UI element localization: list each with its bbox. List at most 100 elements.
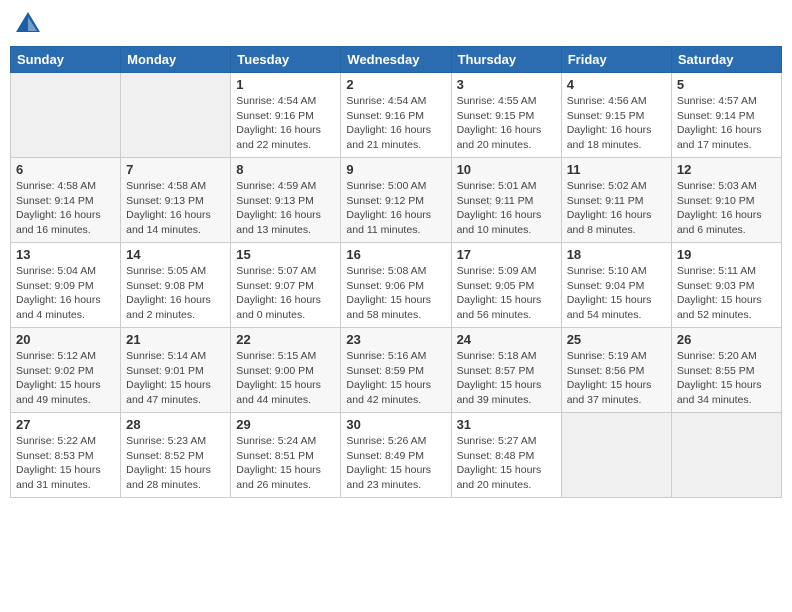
daylight-text: Daylight: 16 hours and 22 minutes.: [236, 124, 321, 151]
day-number: 18: [567, 247, 666, 262]
sunset-text: Sunset: 8:48 PM: [457, 450, 535, 462]
day-number: 15: [236, 247, 335, 262]
day-info: Sunrise: 4:54 AM Sunset: 9:16 PM Dayligh…: [236, 94, 335, 153]
sunset-text: Sunset: 9:15 PM: [567, 110, 645, 122]
day-number: 10: [457, 162, 556, 177]
daylight-text: Daylight: 16 hours and 11 minutes.: [346, 209, 431, 236]
day-info: Sunrise: 5:01 AM Sunset: 9:11 PM Dayligh…: [457, 179, 556, 238]
day-number: 3: [457, 77, 556, 92]
calendar-cell: [121, 73, 231, 158]
daylight-text: Daylight: 15 hours and 52 minutes.: [677, 294, 762, 321]
sunrise-text: Sunrise: 5:14 AM: [126, 350, 206, 362]
daylight-text: Daylight: 16 hours and 16 minutes.: [16, 209, 101, 236]
sunrise-text: Sunrise: 4:54 AM: [346, 95, 426, 107]
day-number: 20: [16, 332, 115, 347]
day-number: 22: [236, 332, 335, 347]
day-info: Sunrise: 4:57 AM Sunset: 9:14 PM Dayligh…: [677, 94, 776, 153]
day-number: 19: [677, 247, 776, 262]
daylight-text: Daylight: 15 hours and 42 minutes.: [346, 379, 431, 406]
calendar-cell: 16 Sunrise: 5:08 AM Sunset: 9:06 PM Dayl…: [341, 243, 451, 328]
day-info: Sunrise: 4:55 AM Sunset: 9:15 PM Dayligh…: [457, 94, 556, 153]
sunrise-text: Sunrise: 4:57 AM: [677, 95, 757, 107]
day-number: 21: [126, 332, 225, 347]
sunrise-text: Sunrise: 5:07 AM: [236, 265, 316, 277]
daylight-text: Daylight: 16 hours and 2 minutes.: [126, 294, 211, 321]
day-info: Sunrise: 5:18 AM Sunset: 8:57 PM Dayligh…: [457, 349, 556, 408]
sunrise-text: Sunrise: 5:20 AM: [677, 350, 757, 362]
calendar-cell: 11 Sunrise: 5:02 AM Sunset: 9:11 PM Dayl…: [561, 158, 671, 243]
daylight-text: Daylight: 15 hours and 20 minutes.: [457, 464, 542, 491]
calendar-cell: 23 Sunrise: 5:16 AM Sunset: 8:59 PM Dayl…: [341, 328, 451, 413]
calendar-cell: 6 Sunrise: 4:58 AM Sunset: 9:14 PM Dayli…: [11, 158, 121, 243]
sunset-text: Sunset: 9:14 PM: [677, 110, 755, 122]
day-header-wednesday: Wednesday: [341, 47, 451, 73]
day-info: Sunrise: 5:26 AM Sunset: 8:49 PM Dayligh…: [346, 434, 445, 493]
day-info: Sunrise: 5:20 AM Sunset: 8:55 PM Dayligh…: [677, 349, 776, 408]
sunrise-text: Sunrise: 4:56 AM: [567, 95, 647, 107]
sunrise-text: Sunrise: 4:55 AM: [457, 95, 537, 107]
sunrise-text: Sunrise: 5:05 AM: [126, 265, 206, 277]
daylight-text: Daylight: 15 hours and 34 minutes.: [677, 379, 762, 406]
sunset-text: Sunset: 9:00 PM: [236, 365, 314, 377]
daylight-text: Daylight: 16 hours and 4 minutes.: [16, 294, 101, 321]
sunset-text: Sunset: 9:10 PM: [677, 195, 755, 207]
calendar-cell: [561, 413, 671, 498]
day-header-monday: Monday: [121, 47, 231, 73]
sunrise-text: Sunrise: 4:58 AM: [16, 180, 96, 192]
day-info: Sunrise: 5:09 AM Sunset: 9:05 PM Dayligh…: [457, 264, 556, 323]
calendar-cell: 14 Sunrise: 5:05 AM Sunset: 9:08 PM Dayl…: [121, 243, 231, 328]
calendar-cell: 12 Sunrise: 5:03 AM Sunset: 9:10 PM Dayl…: [671, 158, 781, 243]
sunset-text: Sunset: 9:01 PM: [126, 365, 204, 377]
daylight-text: Daylight: 15 hours and 31 minutes.: [16, 464, 101, 491]
calendar-cell: 10 Sunrise: 5:01 AM Sunset: 9:11 PM Dayl…: [451, 158, 561, 243]
sunrise-text: Sunrise: 4:54 AM: [236, 95, 316, 107]
day-number: 13: [16, 247, 115, 262]
sunset-text: Sunset: 8:49 PM: [346, 450, 424, 462]
sunset-text: Sunset: 9:05 PM: [457, 280, 535, 292]
sunset-text: Sunset: 9:04 PM: [567, 280, 645, 292]
calendar-cell: 26 Sunrise: 5:20 AM Sunset: 8:55 PM Dayl…: [671, 328, 781, 413]
day-info: Sunrise: 5:12 AM Sunset: 9:02 PM Dayligh…: [16, 349, 115, 408]
day-info: Sunrise: 5:05 AM Sunset: 9:08 PM Dayligh…: [126, 264, 225, 323]
calendar-cell: 28 Sunrise: 5:23 AM Sunset: 8:52 PM Dayl…: [121, 413, 231, 498]
day-number: 12: [677, 162, 776, 177]
calendar-header-row: SundayMondayTuesdayWednesdayThursdayFrid…: [11, 47, 782, 73]
daylight-text: Daylight: 15 hours and 58 minutes.: [346, 294, 431, 321]
week-row-1: 1 Sunrise: 4:54 AM Sunset: 9:16 PM Dayli…: [11, 73, 782, 158]
day-info: Sunrise: 5:16 AM Sunset: 8:59 PM Dayligh…: [346, 349, 445, 408]
day-info: Sunrise: 5:15 AM Sunset: 9:00 PM Dayligh…: [236, 349, 335, 408]
calendar-cell: [671, 413, 781, 498]
daylight-text: Daylight: 16 hours and 20 minutes.: [457, 124, 542, 151]
daylight-text: Daylight: 15 hours and 28 minutes.: [126, 464, 211, 491]
day-info: Sunrise: 5:27 AM Sunset: 8:48 PM Dayligh…: [457, 434, 556, 493]
daylight-text: Daylight: 15 hours and 37 minutes.: [567, 379, 652, 406]
calendar-cell: 3 Sunrise: 4:55 AM Sunset: 9:15 PM Dayli…: [451, 73, 561, 158]
sunrise-text: Sunrise: 5:09 AM: [457, 265, 537, 277]
calendar-cell: 30 Sunrise: 5:26 AM Sunset: 8:49 PM Dayl…: [341, 413, 451, 498]
sunrise-text: Sunrise: 5:15 AM: [236, 350, 316, 362]
sunrise-text: Sunrise: 5:10 AM: [567, 265, 647, 277]
day-info: Sunrise: 5:04 AM Sunset: 9:09 PM Dayligh…: [16, 264, 115, 323]
daylight-text: Daylight: 15 hours and 44 minutes.: [236, 379, 321, 406]
daylight-text: Daylight: 16 hours and 21 minutes.: [346, 124, 431, 151]
sunrise-text: Sunrise: 5:02 AM: [567, 180, 647, 192]
daylight-text: Daylight: 16 hours and 17 minutes.: [677, 124, 762, 151]
sunset-text: Sunset: 9:13 PM: [236, 195, 314, 207]
sunset-text: Sunset: 8:59 PM: [346, 365, 424, 377]
sunrise-text: Sunrise: 5:12 AM: [16, 350, 96, 362]
sunset-text: Sunset: 8:52 PM: [126, 450, 204, 462]
calendar-cell: 2 Sunrise: 4:54 AM Sunset: 9:16 PM Dayli…: [341, 73, 451, 158]
sunset-text: Sunset: 9:08 PM: [126, 280, 204, 292]
sunset-text: Sunset: 9:14 PM: [16, 195, 94, 207]
day-info: Sunrise: 5:07 AM Sunset: 9:07 PM Dayligh…: [236, 264, 335, 323]
day-number: 24: [457, 332, 556, 347]
day-number: 6: [16, 162, 115, 177]
sunset-text: Sunset: 9:07 PM: [236, 280, 314, 292]
calendar-cell: 1 Sunrise: 4:54 AM Sunset: 9:16 PM Dayli…: [231, 73, 341, 158]
sunset-text: Sunset: 9:16 PM: [236, 110, 314, 122]
calendar-cell: 19 Sunrise: 5:11 AM Sunset: 9:03 PM Dayl…: [671, 243, 781, 328]
day-number: 16: [346, 247, 445, 262]
sunrise-text: Sunrise: 5:19 AM: [567, 350, 647, 362]
day-header-saturday: Saturday: [671, 47, 781, 73]
daylight-text: Daylight: 15 hours and 39 minutes.: [457, 379, 542, 406]
